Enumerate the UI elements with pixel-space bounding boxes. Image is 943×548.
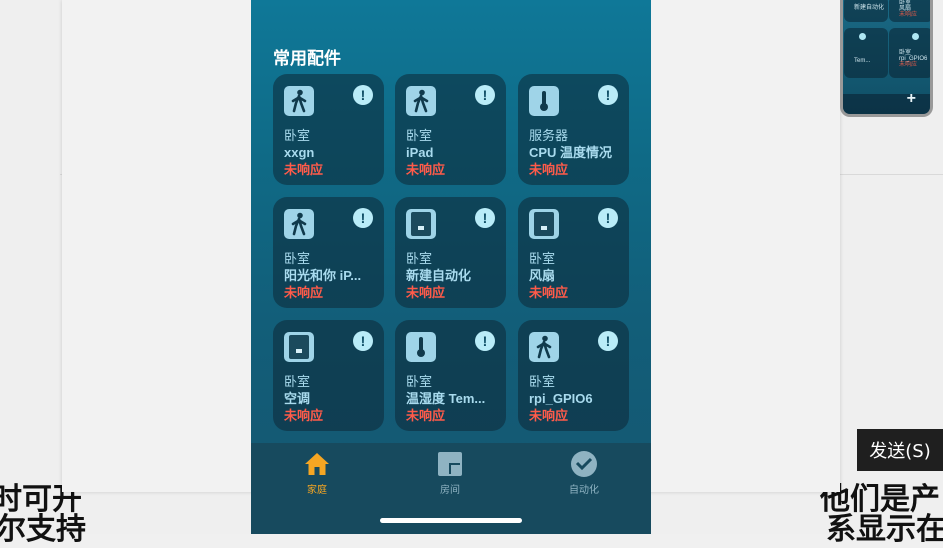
tile-name: 空调 xyxy=(284,391,311,406)
tile-status: 未响应 xyxy=(406,162,446,177)
tile-status: 未响应 xyxy=(529,285,569,300)
clock-check-icon xyxy=(569,449,599,479)
tile-room: 卧室 xyxy=(406,128,433,143)
thumbnail-plus-icon: + xyxy=(906,90,916,107)
walking-person-icon xyxy=(284,86,314,116)
warning-badge-icon: ! xyxy=(353,208,373,228)
tile-name: 风扇 xyxy=(529,268,556,283)
thumbnail-preview[interactable]: 新建自动化 卧室 风扇 未响应 Tem... 卧室 rpi_GPIO6 未响应 … xyxy=(840,0,933,117)
background-text-right-2: 系显示在 xyxy=(826,512,943,547)
tile-status: 未响应 xyxy=(406,408,446,423)
accessory-tile[interactable]: ! 卧室 rpi_GPIO6 未响应 xyxy=(518,320,629,431)
warning-badge-icon: ! xyxy=(475,208,495,228)
tile-status: 未响应 xyxy=(406,285,446,300)
accessory-tile[interactable]: ! 卧室 iPad 未响应 xyxy=(395,74,506,185)
accessory-tile[interactable]: ! 服务器 CPU 温度情况 未响应 xyxy=(518,74,629,185)
tab-rooms[interactable]: 房间 xyxy=(405,449,495,496)
switch-icon xyxy=(529,209,559,239)
tile-status: 未响应 xyxy=(529,408,569,423)
warning-badge-icon: ! xyxy=(475,331,495,351)
accessory-tile[interactable]: ! 卧室阳光和你 iP... 未响应 xyxy=(273,197,384,308)
tile-name: 阳光和你 iP... xyxy=(284,268,362,283)
tab-label: 家庭 xyxy=(307,485,327,496)
thermometer-icon xyxy=(529,86,559,116)
walking-person-icon xyxy=(284,209,314,239)
accessory-tile[interactable]: ! 卧室空调未响应 xyxy=(273,320,384,431)
tile-status: 未响应 xyxy=(284,408,324,423)
warning-badge-icon: ! xyxy=(598,331,618,351)
accessory-tile[interactable]: ! 卧室 xxgn 未响应 xyxy=(273,74,384,185)
tile-room: 卧室 xyxy=(406,251,433,266)
accessory-tile[interactable]: ! 卧室新建自动化未响应 xyxy=(395,197,506,308)
thumbnail-badge xyxy=(912,33,919,40)
warning-badge-icon: ! xyxy=(475,85,495,105)
tile-room: 服务器 xyxy=(529,128,569,143)
walking-person-icon xyxy=(406,86,436,116)
tab-home[interactable]: 家庭 xyxy=(272,449,362,496)
tile-name: CPU 温度情况 xyxy=(529,145,613,160)
tile-room: 卧室 xyxy=(284,251,311,266)
tile-status: 未响应 xyxy=(529,162,569,177)
tile-room: 卧室 xyxy=(284,128,311,143)
tile-name: xxgn xyxy=(284,145,315,160)
home-indicator[interactable] xyxy=(380,518,522,523)
thermometer-icon xyxy=(406,332,436,362)
tile-room: 卧室 xyxy=(529,374,556,389)
tile-name: rpi_GPIO6 xyxy=(529,391,593,406)
thumbnail-tabbar xyxy=(843,94,930,114)
tab-automation[interactable]: 自动化 xyxy=(539,449,629,496)
accessory-tile[interactable]: ! 卧室温湿度 Tem... 未响应 xyxy=(395,320,506,431)
thumbnail-cell: 新建自动化 xyxy=(844,0,888,22)
thumbnail-cell: 卧室 风扇 未响应 xyxy=(889,0,930,22)
send-button[interactable]: 发送(S) xyxy=(857,429,943,471)
thumbnail-cell: Tem... xyxy=(844,28,888,78)
warning-badge-icon: ! xyxy=(353,85,373,105)
switch-icon xyxy=(406,209,436,239)
phone-screenshot: 常用配件 ! 卧室 xxgn 未响应! 卧室 iPad 未响应! 服务器 CPU 温度情况 未响应… xyxy=(251,0,651,534)
section-title: 常用配件 xyxy=(273,49,341,68)
thumbnail-badge xyxy=(859,33,866,40)
walking-person-icon xyxy=(529,332,559,362)
tile-name: iPad xyxy=(406,145,434,160)
tab-label: 自动化 xyxy=(569,485,599,496)
house-icon xyxy=(302,449,332,479)
tile-room: 卧室 xyxy=(284,374,311,389)
tile-room: 卧室 xyxy=(529,251,556,266)
tile-status: 未响应 xyxy=(284,285,324,300)
tile-name: 新建自动化 xyxy=(406,268,472,283)
switch-icon xyxy=(284,332,314,362)
warning-badge-icon: ! xyxy=(598,208,618,228)
tab-label: 房间 xyxy=(440,485,460,496)
tile-room: 卧室 xyxy=(406,374,433,389)
warning-badge-icon: ! xyxy=(598,85,618,105)
accessory-tile[interactable]: ! 卧室风扇未响应 xyxy=(518,197,629,308)
thumbnail-cell: 卧室 rpi_GPIO6 未响应 xyxy=(889,28,930,78)
tile-status: 未响应 xyxy=(284,162,324,177)
warning-badge-icon: ! xyxy=(353,331,373,351)
tile-name: 温湿度 Tem... xyxy=(406,391,486,406)
background-text-left-2: 尔支持 xyxy=(0,512,86,547)
rooms-icon xyxy=(435,449,465,479)
